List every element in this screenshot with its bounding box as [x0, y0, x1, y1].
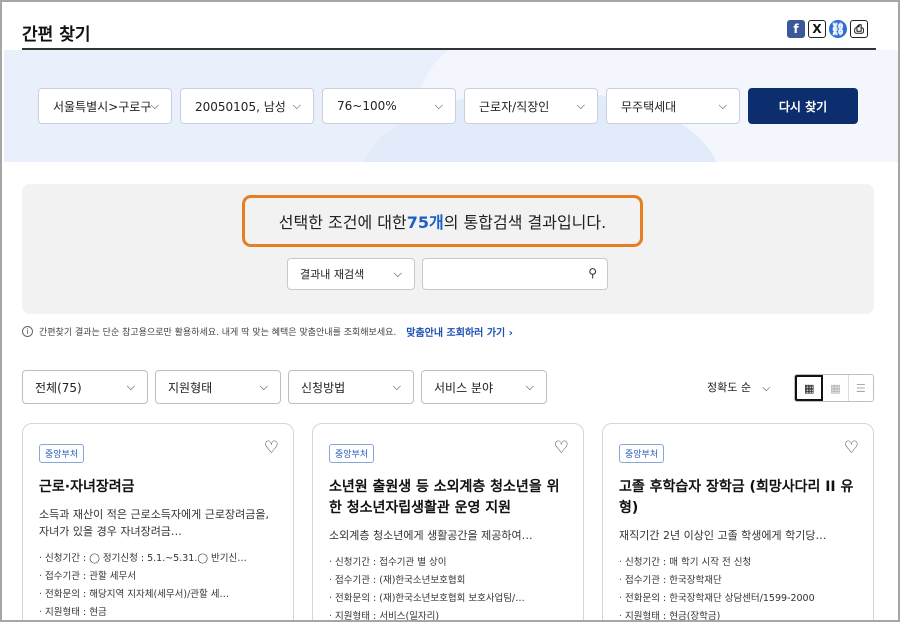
title-bar: 간편 찾기 f X ⛓ ⎙	[22, 10, 876, 50]
chevron-down-icon: ⌵	[434, 99, 443, 112]
card-description: 재직기간 2년 이상인 고졸 학생에게 학기당…	[619, 529, 827, 542]
card-detail-item: 지원형태 : 현금	[39, 604, 277, 620]
result-summary-box: 선택한 조건에 대한 75개 의 통합검색 결과입니다. 결과내 재검색 ⌵ ⚲	[22, 184, 874, 314]
job-select-value: 근로자/직장인	[479, 99, 550, 114]
inner-search-input[interactable]: ⚲	[422, 258, 608, 290]
apply-method-select[interactable]: 신청방법 ⌵	[288, 370, 414, 404]
grid-view-icon[interactable]: ▦	[795, 375, 824, 401]
custom-guide-link[interactable]: 맞춤안내 조회하러 가기 ›	[406, 324, 513, 339]
chevron-down-icon: ⌵	[150, 99, 159, 112]
inner-search-select-value: 결과내 재검색	[300, 268, 365, 281]
chevron-right-icon: ›	[508, 327, 513, 339]
card-detail-item: 전화문의 : 한국장학재단 상담센터/1599-2000	[619, 590, 857, 608]
service-card[interactable]: 중앙부처 ♡ 소년원 출원생 등 소외계층 청소년을 위한 청소년자립생활관 운…	[312, 423, 584, 620]
chevron-down-icon: ⌵	[762, 383, 771, 394]
result-count: 75개	[406, 213, 444, 232]
category-all-select-value: 전체(75)	[35, 380, 82, 395]
facebook-icon[interactable]: f	[787, 20, 805, 38]
chevron-down-icon: ⌵	[576, 99, 585, 112]
income-select[interactable]: 76~100% ⌵	[322, 88, 456, 124]
view-toggle: ▦ ▦ ☰	[794, 374, 874, 402]
birth-gender-select[interactable]: 20050105, 남성 ⌵	[180, 88, 314, 124]
category-all-select[interactable]: 전체(75) ⌵	[22, 370, 148, 404]
region-select[interactable]: 서울특별시>구로구 ⌵	[38, 88, 172, 124]
card-details: 신청기간 : ◯ 정기신청 : 5.1.~5.31.◯ 반기신… 접수기관 : …	[39, 550, 277, 620]
service-field-select-value: 서비스 분야	[434, 380, 494, 395]
service-field-select[interactable]: 서비스 분야 ⌵	[421, 370, 547, 404]
region-select-value: 서울특별시>구로구	[53, 99, 152, 114]
sort-select-value: 정확도 순	[707, 381, 751, 394]
apply-method-select-value: 신청방법	[301, 380, 346, 395]
job-select[interactable]: 근로자/직장인 ⌵	[464, 88, 598, 124]
service-card[interactable]: 중앙부처 ♡ 고졸 후학습자 장학금 (희망사다리 II 유형) 재직기간 2년…	[602, 423, 874, 620]
heart-icon[interactable]: ♡	[554, 438, 569, 458]
result-suffix: 의 통합검색 결과입니다.	[443, 213, 607, 232]
agency-badge: 중앙부처	[619, 444, 665, 463]
info-icon: i	[22, 325, 33, 337]
print-icon[interactable]: ⎙	[850, 20, 868, 38]
heart-icon[interactable]: ♡	[844, 438, 859, 458]
card-detail-item: 신청기간 : ◯ 정기신청 : 5.1.~5.31.◯ 반기신…	[39, 550, 277, 568]
card-detail-item: 접수기관 : (재)한국소년보호협회	[329, 572, 567, 590]
card-title[interactable]: 소년원 출원생 등 소외계층 청소년을 위한 청소년자립생활관 운영 지원	[329, 477, 567, 519]
card-details: 신청기간 : 매 학기 시작 전 신청 접수기관 : 한국장학재단 전화문의 :…	[619, 554, 857, 620]
card-detail-item: 전화문의 : 해당지역 지자체(세무서)/관할 세…	[39, 586, 277, 604]
chevron-down-icon: ⌵	[525, 380, 534, 393]
inner-search-select[interactable]: 결과내 재검색 ⌵	[287, 258, 415, 290]
household-select-value: 무주택세대	[621, 99, 677, 114]
chevron-down-icon: ⌵	[718, 99, 727, 112]
condition-filter-band: 서울특별시>구로구 ⌵ 20050105, 남성 ⌵ 76~100% ⌵ 근로자…	[4, 50, 898, 162]
agency-badge: 중앙부처	[39, 444, 85, 463]
card-description: 소득과 재산이 적은 근로소득자에게 근로장려금을,자녀가 있을 경우 자녀장려…	[39, 508, 270, 538]
notice-bar: i 간편찾기 결과는 단순 참고용으로만 활용하세요. 내게 딱 맞는 혜택은 …	[22, 323, 513, 339]
card-title[interactable]: 근로·자녀장려금	[39, 477, 277, 498]
card-detail-item: 지원형태 : 서비스(일자리)	[329, 608, 567, 620]
compact-grid-view-icon[interactable]: ▦	[823, 375, 849, 401]
card-detail-item: 접수기관 : 한국장학재단	[619, 572, 857, 590]
card-detail-item: 접수기관 : 관할 세무서	[39, 568, 277, 586]
card-detail-item: 신청기간 : 접수기관 별 상이	[329, 554, 567, 572]
card-details: 신청기간 : 접수기관 별 상이 접수기관 : (재)한국소년보호협회 전화문의…	[329, 554, 567, 620]
x-icon[interactable]: X	[808, 20, 826, 38]
list-view-icon[interactable]: ☰	[848, 375, 873, 401]
custom-guide-link-label: 맞춤안내 조회하러 가기	[406, 327, 506, 339]
household-select[interactable]: 무주택세대 ⌵	[606, 88, 740, 124]
link-icon[interactable]: ⛓	[829, 20, 847, 38]
chevron-down-icon: ⌵	[259, 380, 268, 393]
card-detail-item: 전화문의 : (재)한국소년보호협회 보호사업팀/…	[329, 590, 567, 608]
chevron-down-icon: ⌵	[393, 267, 402, 280]
card-title[interactable]: 고졸 후학습자 장학금 (희망사다리 II 유형)	[619, 477, 857, 519]
card-detail-item: 지원형태 : 현금(장학금)	[619, 608, 857, 620]
result-count-highlight: 선택한 조건에 대한 75개 의 통합검색 결과입니다.	[242, 195, 643, 247]
income-select-value: 76~100%	[337, 99, 397, 113]
sort-select[interactable]: 정확도 순 ⌵	[707, 379, 770, 395]
chevron-down-icon: ⌵	[292, 99, 301, 112]
support-type-select-value: 지원형태	[168, 380, 213, 395]
chevron-down-icon: ⌵	[126, 380, 135, 393]
card-detail-item: 신청기간 : 매 학기 시작 전 신청	[619, 554, 857, 572]
search-again-button[interactable]: 다시 찾기	[748, 88, 858, 124]
page-title: 간편 찾기	[22, 25, 91, 45]
result-prefix: 선택한 조건에 대한	[278, 213, 407, 232]
search-icon[interactable]: ⚲	[588, 266, 597, 280]
support-type-select[interactable]: 지원형태 ⌵	[155, 370, 281, 404]
heart-icon[interactable]: ♡	[264, 438, 279, 458]
page-frame: 간편 찾기 f X ⛓ ⎙ 서울특별시>구로구 ⌵ 20050105, 남성 ⌵…	[0, 0, 900, 622]
chevron-down-icon: ⌵	[392, 380, 401, 393]
service-card[interactable]: 중앙부처 ♡ 근로·자녀장려금 소득과 재산이 적은 근로소득자에게 근로장려금…	[22, 423, 294, 620]
notice-text: 간편찾기 결과는 단순 참고용으로만 활용하세요. 내게 딱 맞는 혜택은 맞춤…	[39, 327, 397, 338]
agency-badge: 중앙부처	[329, 444, 375, 463]
birth-gender-select-value: 20050105, 남성	[195, 99, 286, 114]
card-description: 소외계층 청소년에게 생활공간을 제공하여…	[329, 529, 533, 542]
share-icons: f X ⛓ ⎙	[787, 20, 868, 38]
